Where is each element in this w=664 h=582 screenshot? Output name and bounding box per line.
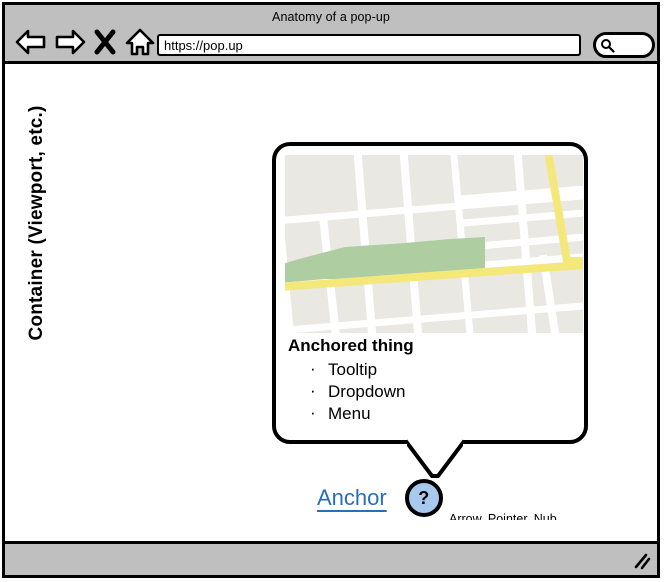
map-thumbnail [285,155,583,333]
bullet-icon: · [310,380,316,402]
navigation-buttons [15,27,156,57]
bullet-icon: · [310,402,316,424]
list-item-label: Menu [328,404,371,423]
search-box[interactable] [593,32,655,58]
browser-window: Anatomy of a pop-up https://pop.up [2,2,660,578]
nub-label: Arrow, Pointer, Nub [449,512,557,520]
anchor-link[interactable]: Anchor [317,485,387,511]
browser-toolbar: Anatomy of a pop-up https://pop.up [5,5,657,64]
url-input[interactable]: https://pop.up [164,38,243,53]
home-icon[interactable] [124,27,156,57]
close-x-icon[interactable] [93,27,117,57]
popup-list: · Tooltip · Dropdown · Menu [288,359,572,425]
popup-nub-icon [407,438,463,480]
popup-content: Anchored thing · Tooltip · Dropdown [276,336,584,425]
popup: Anchored thing · Tooltip · Dropdown [272,142,588,444]
list-item[interactable]: · Dropdown [310,381,572,403]
url-bar[interactable]: https://pop.up [157,34,581,56]
forward-arrow-icon[interactable] [54,27,86,57]
bullet-icon: · [310,358,316,380]
viewport-label: Container (Viewport, etc.) [26,73,48,373]
viewport-container: Container (Viewport, etc.) [5,64,657,520]
popup-body: Anchored thing · Tooltip · Dropdown [272,142,588,444]
list-item[interactable]: · Tooltip [310,359,572,381]
window-title: Anatomy of a pop-up [5,10,657,24]
list-item-label: Tooltip [328,360,377,379]
list-item-label: Dropdown [328,382,406,401]
status-bar [5,541,657,575]
help-button[interactable]: ? [405,479,443,517]
resize-grip-icon[interactable] [631,552,651,570]
search-icon [600,38,615,53]
anchor-row: Anchor ? [317,479,443,517]
screenshot-root: Anatomy of a pop-up https://pop.up [0,0,664,582]
back-arrow-icon[interactable] [15,27,47,57]
list-item[interactable]: · Menu [310,403,572,425]
popup-title: Anchored thing [288,336,572,356]
